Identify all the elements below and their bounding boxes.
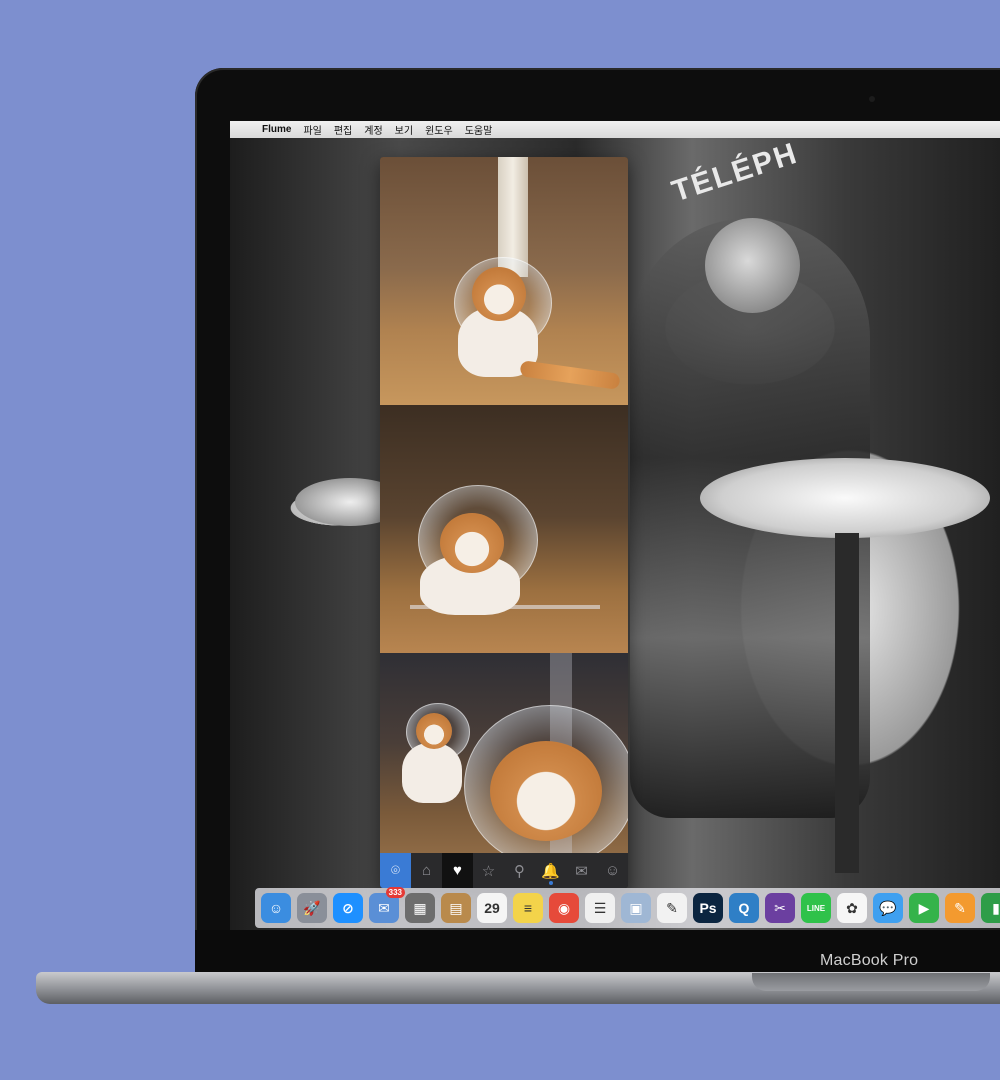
qreader-dock-icon[interactable]: Q: [729, 893, 759, 923]
wallpaper-table-leg: [835, 533, 859, 873]
menu-app-name[interactable]: Flume: [262, 124, 291, 135]
messages-glyph: 💬: [879, 899, 897, 916]
home-icon: ⌂: [421, 862, 432, 879]
facetime-dock-icon[interactable]: ▶: [909, 893, 939, 923]
textedit-glyph: ✎: [666, 899, 678, 916]
calculator-dock-icon[interactable]: ▦: [405, 893, 435, 923]
photoshop-dock-icon[interactable]: Ps: [693, 893, 723, 923]
menu-window[interactable]: 윈도우: [425, 122, 453, 137]
finder-glyph: ☺: [268, 900, 284, 916]
likes-tab[interactable]: ♥: [442, 853, 473, 888]
camera-icon: ⌾: [390, 862, 400, 879]
reminders-dock-icon[interactable]: ☰: [585, 893, 615, 923]
chrome-glyph: ◉: [557, 899, 571, 916]
dock: ☺🚀⊘✉333▦▤29≡◉☰▣✎PsQ✂LINE✿💬▶✎▮◆: [255, 887, 1000, 928]
preview-dock-icon[interactable]: ▣: [621, 893, 651, 923]
pages-glyph: ✎: [954, 899, 966, 916]
direct-tab[interactable]: ✉: [566, 853, 597, 888]
qreader-glyph: Q: [738, 900, 750, 916]
line-dock-icon[interactable]: LINE: [801, 893, 831, 923]
chrome-dock-icon[interactable]: ◉: [549, 893, 579, 923]
photo-cat-face: [416, 713, 452, 749]
pages-dock-icon[interactable]: ✎: [945, 893, 975, 923]
envelope-icon: ✉: [575, 862, 588, 880]
line-glyph: LINE: [806, 903, 826, 913]
mail-dock-icon[interactable]: ✉ 333: [369, 887, 405, 923]
notes-glyph: ≡: [523, 900, 533, 916]
wallpaper-table-right: [700, 458, 990, 538]
screen: Flume 파일 편집 계정 보기 윈도우 도움말 TÉLÉPH ⌾ ⌂ ♥ ☆…: [230, 121, 1000, 931]
profile-icon: ☺: [604, 862, 621, 879]
numbers-glyph: ▮: [992, 899, 1000, 916]
photo-cat-tail: [519, 360, 621, 390]
flume-window: ⌾ ⌂ ♥ ☆ ⚲ 🔔 ✉ ☺: [380, 157, 628, 888]
numbers-dock-icon[interactable]: ▮: [981, 893, 1000, 923]
feed-photo[interactable]: [380, 157, 628, 405]
unread-badge: 333: [385, 887, 405, 898]
tab-bar: ⌾ ⌂ ♥ ☆ ⚲ 🔔 ✉ ☺: [380, 853, 628, 888]
home-tab[interactable]: ⌂: [411, 853, 442, 888]
menu-edit[interactable]: 편집: [334, 122, 352, 137]
profile-tab[interactable]: ☺: [597, 853, 628, 888]
facetime-glyph: ▶: [918, 899, 930, 916]
final-cut-dock-icon[interactable]: ✂: [765, 893, 795, 923]
notes-dock-icon[interactable]: ≡: [513, 893, 543, 923]
feed-photo[interactable]: [380, 653, 628, 853]
contacts-dock-icon[interactable]: ▤: [441, 893, 471, 923]
favorites-tab[interactable]: ☆: [473, 853, 504, 888]
messages-dock-icon[interactable]: 💬: [873, 893, 903, 923]
menu-bar: Flume 파일 편집 계정 보기 윈도우 도움말: [230, 121, 1000, 138]
menu-file[interactable]: 파일: [303, 122, 321, 137]
safari-dock-icon[interactable]: ⊘: [333, 893, 363, 923]
photos-glyph: ✿: [846, 899, 858, 916]
star-icon: ☆: [481, 862, 496, 880]
preview-glyph: ▣: [629, 899, 643, 916]
photoshop-glyph: Ps: [699, 900, 717, 916]
photo-cat-face: [490, 741, 602, 841]
textedit-dock-icon[interactable]: ✎: [657, 893, 687, 923]
camera-tab[interactable]: ⌾: [380, 853, 411, 888]
search-icon: ⚲: [514, 862, 525, 880]
photos-dock-icon[interactable]: ✿: [837, 893, 867, 923]
contacts-glyph: ▤: [449, 899, 463, 916]
laptop-base-notch: [752, 973, 990, 991]
calendar-glyph: 29: [484, 900, 500, 916]
launchpad-glyph: 🚀: [303, 899, 321, 916]
photo-cat-face: [472, 267, 526, 321]
wallpaper-woman-head: [705, 218, 800, 313]
reminders-glyph: ☰: [593, 899, 607, 916]
webcam: [869, 96, 875, 102]
mail-glyph: ✉: [378, 899, 390, 916]
safari-glyph: ⊘: [342, 899, 354, 916]
search-tab[interactable]: ⚲: [504, 853, 535, 888]
calendar-dock-icon[interactable]: 29: [477, 893, 507, 923]
photo-cat-face: [440, 513, 504, 573]
wallpaper-sign: TÉLÉPH: [667, 136, 803, 209]
feed-photo[interactable]: [380, 405, 628, 653]
heart-icon: ♥: [453, 862, 462, 879]
bell-icon: 🔔: [541, 862, 560, 880]
calculator-glyph: ▦: [413, 899, 427, 916]
launchpad-dock-icon[interactable]: 🚀: [297, 893, 327, 923]
menu-view[interactable]: 보기: [395, 122, 413, 137]
notification-dot: [548, 881, 553, 885]
laptop-brand-label: MacBook Pro: [820, 952, 919, 969]
notifications-tab[interactable]: 🔔: [535, 853, 566, 888]
photo-cat-body: [402, 743, 462, 803]
menu-account[interactable]: 계정: [364, 122, 382, 137]
final-cut-glyph: ✂: [774, 899, 786, 916]
menu-help[interactable]: 도움말: [465, 122, 493, 137]
finder-dock-icon[interactable]: ☺: [261, 893, 291, 923]
